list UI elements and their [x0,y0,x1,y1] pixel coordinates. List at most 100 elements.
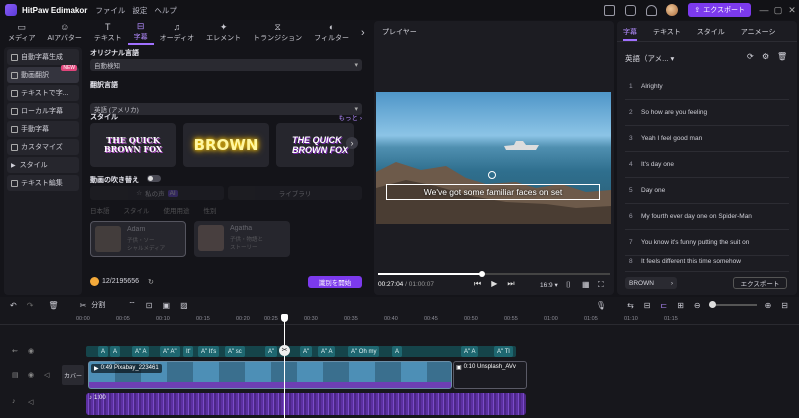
redo-icon[interactable]: ↷ [27,301,34,310]
image-icon[interactable]: ▨ [180,301,188,310]
tab-library[interactable]: ライブラリ [228,186,362,200]
voice-toggle[interactable] [147,175,161,182]
voice-card-agatha[interactable]: Agatha 子供・物語と ストーリー [194,221,290,257]
filter-style[interactable]: スタイル [124,205,150,217]
fit-icon[interactable]: ⊟ [781,301,788,310]
menu-file[interactable]: ファイル [95,5,125,16]
text-box-icon[interactable]: ⊡ [146,301,153,310]
sidebar-item-text-edit[interactable]: テキスト編集 [7,175,79,191]
zoom-out-icon[interactable]: ⊖ [694,301,701,310]
zoom-handle[interactable] [708,301,716,308]
more-styles-link[interactable]: もっと › [339,112,362,122]
tab-subtitle-list[interactable]: 字幕 [623,27,637,41]
subtitle-chip[interactable]: A" A" [160,346,180,357]
language-select[interactable]: 英語（アメ... ▾ [625,53,674,64]
snap-icon[interactable]: ⇆ [627,301,634,310]
tab-element[interactable]: ✦ エレメント [200,21,247,45]
menu-settings[interactable]: 設定 [132,5,147,16]
subtitle-chip[interactable]: A" Tl [494,346,513,357]
style-card-3[interactable]: THE QUICK BROWN FOX [276,123,354,167]
sidebar-item-style[interactable]: ▶ スタイル [7,157,79,173]
zoom-in-icon[interactable]: ⊕ [765,301,772,310]
marker-icon[interactable]: ⌔ [128,300,136,310]
crop-icon[interactable]: ▣ [163,301,171,310]
sidebar-item-auto-subtitle[interactable]: 自動字幕生成 [7,49,79,65]
fullscreen-icon[interactable]: ⛶ [598,280,604,290]
sidebar-item-manual-subtitle[interactable]: 手動字幕 [7,121,79,137]
subtitle-row[interactable]: 1 Alrighty [625,74,789,100]
subtitle-chip[interactable]: A" It's [198,346,220,357]
style-card-2[interactable]: BROWN [183,123,269,167]
subtitle-export-button[interactable]: エクスポート [733,277,787,289]
filter-usage[interactable]: 使用用途 [164,205,190,217]
speaker-icon[interactable]: ◁ [44,371,49,379]
maximize-icon[interactable]: ▢ [771,5,785,16]
eye-icon[interactable]: ◉ [28,347,34,355]
subtitle-chip[interactable]: A" [300,346,313,357]
filter-language[interactable]: 日本語 [90,205,110,217]
menu-help[interactable]: ヘルプ [154,5,177,16]
avatar[interactable] [666,4,679,16]
tab-audio[interactable]: ♫ オーディオ [154,21,201,45]
next-frame-icon[interactable]: ⏭ [507,279,514,289]
original-lang-select[interactable]: 自動検知 [90,59,362,71]
link-icon[interactable]: ⊟ [644,301,651,310]
video-clip-1[interactable]: ▶ 0:49 Pixabay_223461 [88,361,452,389]
playhead-handle[interactable] [281,314,288,322]
tab-transition[interactable]: ⧖ トランジション [247,21,308,45]
caption-rotate-handle[interactable] [488,171,496,179]
subtitle-chip[interactable]: It' [183,346,194,357]
bell-icon[interactable] [646,4,658,16]
subtitle-row[interactable]: 7 You know it's funny putting the suit on [625,230,789,256]
tabs-next-button[interactable]: › [355,21,371,45]
tab-my-voices[interactable]: ☆ 私の声 AI [90,186,224,200]
voice-card-adam[interactable]: Adam 子供・ソー シャルメディア [90,221,186,257]
subtitle-row[interactable]: 6 My fourth ever day one on Spider-Man [625,204,789,230]
subtitle-chip[interactable]: A [392,346,403,357]
play-icon[interactable]: ▶ [491,279,497,289]
sidebar-item-local-subtitle[interactable]: ローカル字幕 [7,103,79,119]
delete-icon[interactable]: 🗑 [48,301,58,310]
target-lang-select[interactable]: 英語 (アメリカ) [90,103,362,115]
playback-progress[interactable] [378,271,610,277]
refresh-icon[interactable]: ↻ [148,278,154,286]
subtitle-chip[interactable]: A [110,346,121,357]
cover-button[interactable]: カバー [62,365,84,385]
subtitle-chip[interactable]: A" A [318,346,336,357]
subtitle-chip[interactable]: A [98,346,109,357]
sidebar-item-customize[interactable]: カスタマイズ [7,139,79,155]
tab-subtitle[interactable]: ⊟ 字幕 [127,21,154,45]
mic-icon[interactable]: 🎙 [596,301,606,310]
sidebar-item-video-translate[interactable]: 動画翻訳 NEW [7,65,79,83]
styles-next-button[interactable]: › [346,137,358,149]
subtitle-row[interactable]: 8 It feels different this time somehow [625,256,789,272]
tab-text[interactable]: T テキスト [88,21,128,45]
audio-clip[interactable]: ♪ 1:00 [86,393,526,415]
tab-filter[interactable]: ◐ フィルター [308,21,355,45]
tab-text-settings[interactable]: テキスト [653,27,681,41]
style-card-1[interactable]: THE QUICK BROWN FOX [90,123,176,167]
sidebar-item-text-to-subtitle[interactable]: テキストで字... [7,85,79,101]
subtitle-row[interactable]: 5 Day one [625,178,789,204]
export-button[interactable]: ⇪ エクスポート [688,3,751,17]
video-clip-2[interactable]: ▣ 0:10 Unsplash_AVv [453,361,527,389]
eye-icon[interactable]: ◉ [28,371,34,379]
minimize-icon[interactable]: — [757,5,771,15]
snapshot-icon[interactable]: ⌷ [566,280,571,290]
start-recognition-button[interactable]: 識別を開始 [308,276,362,288]
subtitle-chip[interactable]: A" Oh my [348,346,380,357]
subtitle-row[interactable]: 2 So how are you feeling [625,100,789,126]
speaker-icon[interactable]: ◁ [28,398,33,406]
subtitle-row[interactable]: 3 Yeah I feel good man [625,126,789,152]
subtitle-row[interactable]: 4 It's day one [625,152,789,178]
zoom-slider[interactable] [708,301,757,308]
tab-style-settings[interactable]: スタイル [697,27,725,41]
scissors-icon[interactable]: ✂ [80,301,87,310]
aspect-select[interactable]: 16:9 ▾ [540,281,558,289]
progress-handle[interactable] [479,271,486,277]
translate-icon[interactable]: ⟳ [747,52,754,61]
split-label[interactable]: 分割 [91,300,105,310]
undo-icon[interactable]: ↶ [10,301,17,310]
subtitle-chip[interactable]: A" [265,346,278,357]
filter-gender[interactable]: 性別 [204,205,217,217]
